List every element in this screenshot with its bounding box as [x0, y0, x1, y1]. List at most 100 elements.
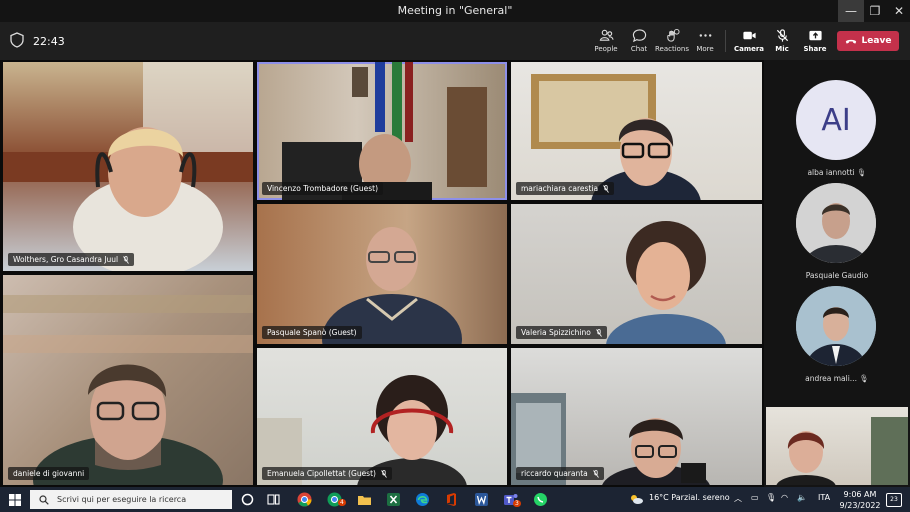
video-tile[interactable]: Valeria Spizzichino [511, 204, 762, 344]
participant-name: andrea mali... [805, 374, 857, 383]
video-tile[interactable]: Wolthers, Gro Casandra Juul [3, 62, 253, 271]
close-window-button[interactable]: ✕ [886, 0, 910, 22]
participant-video [3, 295, 253, 485]
avatar-name: Pasquale Gaudio [805, 271, 869, 280]
camera-button[interactable]: Camera [732, 26, 766, 58]
participant-name: Pasquale Spanò (Guest) [267, 328, 357, 337]
weather-text[interactable]: 16°C Parzial. sereno [649, 493, 730, 502]
avatar-name: alba iannotti 🎙 [777, 168, 897, 177]
windows-start-icon[interactable] [9, 494, 21, 506]
avatar[interactable] [796, 286, 876, 366]
chat-icon [632, 29, 646, 43]
toolbar-divider [725, 30, 726, 52]
people-label: People [594, 45, 618, 53]
leave-label: Leave [861, 36, 892, 46]
taskbar-search-box[interactable]: Scrivi qui per eseguire la ricerca [30, 490, 232, 509]
restore-button[interactable]: ❐ [862, 0, 888, 22]
video-tile[interactable]: Pasquale Spanò (Guest) [257, 204, 507, 344]
video-tile[interactable]: Emanuela Cipollettat (Guest) [257, 348, 507, 485]
cortana-icon[interactable] [240, 492, 255, 507]
video-tile[interactable]: Vincenzo Trombadore (Guest) [257, 62, 507, 200]
participant-name: mariachiara carestia [521, 184, 599, 193]
network-icon[interactable]: ▭ [751, 493, 759, 502]
mic-off-icon [123, 255, 129, 264]
avatar[interactable]: AI [796, 80, 876, 160]
participant-name: Valeria Spizzichino [521, 328, 591, 337]
whatsapp-icon[interactable] [533, 492, 548, 507]
people-button[interactable]: People [589, 26, 623, 58]
clock-time: 9:06 AM [843, 490, 877, 499]
volume-icon[interactable]: 🔈 [797, 493, 807, 502]
file-explorer-icon[interactable] [357, 492, 372, 507]
word-icon[interactable] [474, 492, 489, 507]
mic-off-icon: 🎙 [859, 374, 869, 383]
participant-video [257, 375, 467, 485]
search-icon [39, 494, 49, 505]
participant-name: Wolthers, Gro Casandra Juul [13, 255, 119, 264]
participant-name-tag: daniele di giovanni [8, 467, 90, 480]
mic-button[interactable]: Mic [765, 26, 799, 58]
participant-name: alba iannotti [807, 168, 855, 177]
participant-name-tag: riccardo quaranta [516, 467, 604, 480]
task-view-icon[interactable] [266, 492, 281, 507]
camera-icon [742, 31, 756, 40]
avatar-name: andrea mali... 🎙 [777, 374, 897, 383]
share-label: Share [803, 45, 827, 53]
participant-name-tag: Emanuela Cipollettat (Guest) [262, 467, 392, 480]
meeting-toolbar: 22:43 People Chat Reactions More Camera … [0, 22, 910, 60]
video-gallery: Wolthers, Gro Casandra Juul Vincenzo Tro… [0, 60, 910, 487]
mic-off-icon [596, 328, 602, 337]
phone-hangup-icon [845, 39, 856, 44]
reactions-button[interactable]: Reactions [655, 26, 689, 58]
mic-off-icon [603, 184, 609, 193]
video-tile[interactable]: mariachiara carestia [511, 62, 762, 200]
avatar[interactable] [796, 183, 876, 263]
mic-off-icon [592, 469, 599, 478]
wifi-icon[interactable]: ◠ [781, 493, 788, 502]
chevron-up-icon[interactable]: ︿ [734, 493, 742, 504]
mic-off-icon [381, 469, 387, 478]
system-clock[interactable]: 9:06 AM 9/23/2022 [838, 489, 882, 511]
excel-icon[interactable] [386, 492, 401, 507]
people-icon [599, 29, 614, 41]
mic-icon[interactable]: 🎙 [766, 493, 776, 502]
edge-icon[interactable] [415, 492, 430, 507]
camera-label: Camera [733, 45, 765, 53]
title-bar: Meeting in "General" — ❐ ✕ [0, 0, 910, 22]
participants-sidebar: AI alba iannotti 🎙 Pasquale Gaudio andre… [764, 60, 910, 487]
notification-badge: 4 [338, 499, 346, 506]
notifications-button[interactable]: 23 [886, 493, 902, 507]
participant-video [531, 74, 701, 200]
language-indicator[interactable]: ITA [818, 493, 830, 502]
chrome-icon[interactable] [297, 492, 312, 507]
windows-taskbar: Scrivi qui per eseguire la ricerca 4 3 1… [0, 487, 910, 512]
participant-photo [796, 183, 876, 263]
reactions-label: Reactions [654, 45, 690, 53]
chat-label: Chat [630, 45, 648, 53]
participant-video [3, 62, 253, 271]
participant-name: Vincenzo Trombadore (Guest) [267, 184, 378, 193]
self-view-video[interactable] [766, 407, 908, 485]
reactions-icon [666, 28, 680, 42]
share-icon [808, 30, 822, 41]
window-title: Meeting in "General" [397, 4, 513, 17]
share-button[interactable]: Share [798, 26, 832, 58]
participant-name-tag: mariachiara carestia [516, 182, 615, 195]
participant-name-tag: Valeria Spizzichino [516, 326, 607, 339]
office-icon[interactable] [444, 492, 459, 507]
minimize-button[interactable]: — [838, 0, 864, 22]
participant-video [606, 221, 726, 344]
participant-name: daniele di giovanni [13, 469, 85, 478]
chat-button[interactable]: Chat [622, 26, 656, 58]
participant-name-tag: Wolthers, Gro Casandra Juul [8, 253, 135, 266]
shield-icon [10, 32, 24, 48]
weather-icon[interactable] [629, 493, 644, 505]
video-tile[interactable]: riccardo quaranta [511, 348, 762, 485]
clock-date: 9/23/2022 [839, 501, 881, 510]
participant-name-tag: Vincenzo Trombadore (Guest) [262, 182, 383, 195]
more-icon [699, 34, 711, 37]
more-button[interactable]: More [688, 26, 722, 58]
mic-off-icon: 🎙 [857, 168, 867, 177]
leave-button[interactable]: Leave [837, 31, 899, 51]
video-tile[interactable]: daniele di giovanni [3, 275, 253, 485]
